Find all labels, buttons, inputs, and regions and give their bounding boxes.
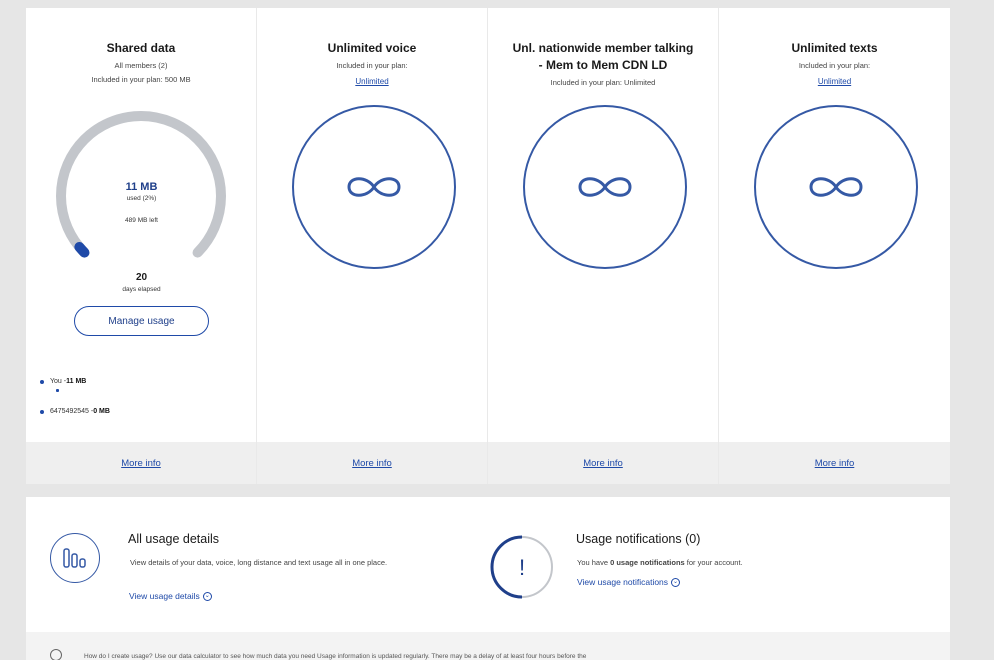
member-usage: 11 MB	[66, 378, 87, 385]
info-icon	[50, 649, 62, 660]
card-footer: More info	[488, 442, 718, 484]
member-name: 6475492545 -	[50, 408, 94, 415]
usage-panel: All usage details View details of your d…	[26, 497, 950, 660]
member-usage: 0 MB	[93, 408, 110, 415]
bullet-icon	[40, 409, 44, 414]
view-usage-details-link[interactable]: View usage details ⌄	[129, 591, 212, 601]
days-elapsed-value: 20	[135, 272, 148, 283]
unlimited-ring	[754, 105, 918, 269]
plan-included: Included in your plan:	[336, 61, 408, 70]
plan-cards: Shared data All members (2) Included in …	[26, 8, 950, 484]
data-used-percent: used (2%)	[126, 195, 157, 202]
data-left: 489 MB left	[125, 217, 158, 224]
unlimited-ring	[523, 105, 687, 269]
notif-text-after: for your account.	[684, 558, 743, 567]
all-usage-title: All usage details	[128, 532, 220, 546]
chevron-down-icon: ⌄	[202, 591, 212, 601]
card-title-line1: Unl. nationwide member talking	[512, 41, 694, 55]
unlimited-link[interactable]: Unlimited	[355, 77, 388, 86]
plan-included: Included in your plan: Unlimited	[550, 78, 656, 87]
card-title: Shared data	[106, 41, 176, 55]
info-bar: How do I create usage? Use our data calc…	[26, 632, 950, 660]
svg-text:!: !	[519, 555, 525, 580]
notifications-description: You have 0 usage notifications for your …	[577, 557, 743, 569]
card-title: Unl. nationwide member talking - Mem to …	[488, 40, 718, 74]
more-info-link[interactable]: More info	[352, 458, 392, 469]
member-item: 6475492545 - 0 MB	[40, 408, 110, 415]
bar-chart-icon	[50, 533, 100, 583]
card-footer: More info	[26, 442, 256, 484]
card-footer: More info	[257, 442, 487, 484]
member-item: You - 11 MB	[40, 378, 86, 385]
unlimited-voice-card: Unlimited voice Included in your plan: U…	[257, 8, 488, 484]
more-info-link[interactable]: More info	[121, 458, 161, 469]
card-title: Unlimited voice	[327, 41, 417, 55]
plan-included: Included in your plan: 500 MB	[91, 75, 191, 84]
card-title: Unlimited texts	[791, 41, 878, 55]
view-usage-details-label: View usage details	[129, 591, 200, 601]
info-text: How do I create usage? Use our data calc…	[84, 653, 587, 660]
member-name: You -	[50, 378, 67, 385]
more-info-link[interactable]: More info	[815, 458, 855, 469]
infinity-icon	[347, 177, 401, 197]
unlimited-texts-card: Unlimited texts Included in your plan: U…	[719, 8, 950, 484]
infinity-icon	[578, 177, 632, 197]
manage-usage-button[interactable]: Manage usage	[74, 306, 209, 336]
usage-notifications-title: Usage notifications (0)	[576, 532, 701, 546]
unlimited-ring	[292, 105, 456, 269]
infinity-icon	[809, 177, 863, 197]
notif-count: 0 usage notifications	[610, 558, 685, 567]
data-used-amount: 11 MB	[125, 181, 158, 193]
members-count: All members (2)	[114, 61, 168, 70]
chevron-down-icon: ⌄	[671, 577, 681, 587]
unlimited-link[interactable]: Unlimited	[818, 77, 851, 86]
gauge-fill	[74, 241, 90, 258]
bar-chart-glyph	[63, 548, 86, 568]
days-elapsed-label: days elapsed	[122, 286, 161, 293]
card-title-line2: - Mem to Mem CDN LD	[538, 58, 668, 72]
bullet-icon	[40, 379, 44, 384]
shared-data-card: Shared data All members (2) Included in …	[26, 8, 257, 484]
member-talking-card: Unl. nationwide member talking - Mem to …	[488, 8, 719, 484]
all-usage-description: View details of your data, voice, long d…	[130, 558, 388, 567]
member-usage-bar	[56, 389, 59, 392]
more-info-link[interactable]: More info	[583, 458, 623, 469]
notif-text-before: You have	[577, 558, 611, 567]
card-footer: More info	[719, 442, 950, 484]
notification-alert-icon: !	[490, 535, 554, 599]
plan-included: Included in your plan:	[798, 61, 871, 70]
view-usage-notifications-link[interactable]: View usage notifications ⌄	[577, 577, 681, 587]
view-usage-notifications-label: View usage notifications	[577, 577, 669, 587]
